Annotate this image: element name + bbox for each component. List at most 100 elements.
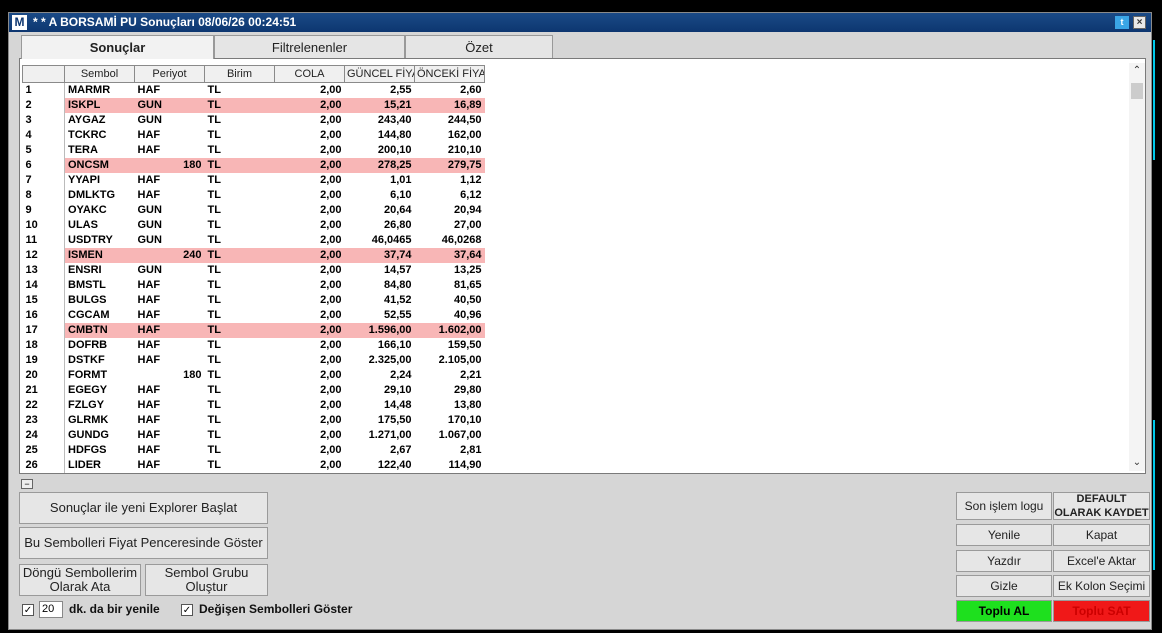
- tab-ozet[interactable]: Özet: [405, 35, 553, 58]
- refresh-minutes-input[interactable]: 20: [39, 601, 63, 618]
- cell-symbol: DOFRB: [68, 339, 108, 351]
- tab-filtrelenenler[interactable]: Filtrelenenler: [214, 35, 405, 58]
- table-row[interactable]: 14 BMSTL HAF TL 2,00 84,80 81,65: [22, 277, 485, 293]
- create-symbol-group-button[interactable]: Sembol Grubu Oluştur: [145, 564, 268, 596]
- auto-refresh-checkbox[interactable]: ✓: [22, 604, 34, 616]
- table-row[interactable]: 11 USDTRY GUN TL 2,00 46,0465 46,0268: [22, 232, 485, 248]
- column-header-cola[interactable]: COLA: [274, 65, 345, 83]
- cell-period: HAF: [137, 309, 161, 321]
- table-row[interactable]: 1 MARMR HAF TL 2,00 2,55 2,60: [22, 82, 485, 98]
- cell-symbol: DMLKTG: [68, 189, 116, 201]
- table-row[interactable]: 2 ISKPL GUN TL 2,00 15,21 16,89: [22, 97, 485, 113]
- cell-unit: TL: [207, 399, 221, 411]
- vertical-scrollbar[interactable]: ⌃ ⌄: [1129, 63, 1145, 471]
- twitter-icon[interactable]: t: [1115, 16, 1129, 29]
- cell-previous-price: 114,90: [448, 459, 482, 471]
- show-changed-checkbox[interactable]: ✓: [181, 604, 193, 616]
- extra-column-button[interactable]: Ek Kolon Seçimi: [1053, 575, 1150, 597]
- show-in-price-window-button[interactable]: Bu Sembolleri Fiyat Penceresinde Göster: [19, 527, 268, 559]
- table-row[interactable]: 13 ENSRI GUN TL 2,00 14,57 13,25: [22, 262, 485, 278]
- tab-sonuclar[interactable]: Sonuçlar: [21, 35, 214, 59]
- column-header-symbol[interactable]: Sembol: [64, 65, 135, 83]
- cell-previous-price: 13,80: [453, 399, 482, 411]
- background-chart-line: [1153, 40, 1155, 160]
- cell-cola: 2,00: [320, 294, 342, 306]
- cell-cola: 2,00: [274, 322, 345, 338]
- row-index: 8: [22, 187, 65, 203]
- collapse-icon[interactable]: −: [21, 479, 33, 489]
- export-excel-button[interactable]: Excel'e Aktar: [1053, 550, 1150, 572]
- print-button[interactable]: Yazdır: [956, 550, 1052, 572]
- sell-all-button[interactable]: Toplu SAT: [1053, 600, 1150, 622]
- table-row[interactable]: 12 ISMEN 240 TL 2,00 37,74 37,64: [22, 247, 485, 263]
- hide-button[interactable]: Gizle: [956, 575, 1052, 597]
- cell-unit: TL: [207, 234, 221, 246]
- table-row[interactable]: 5 TERA HAF TL 2,00 200,10 210,10: [22, 142, 485, 158]
- table-row[interactable]: 16 CGCAM HAF TL 2,00 52,55 40,96: [22, 307, 485, 323]
- cell-unit: TL: [207, 369, 221, 381]
- table-row[interactable]: 10 ULAS GUN TL 2,00 26,80 27,00: [22, 217, 485, 233]
- cell-symbol: DSTKF: [68, 354, 105, 366]
- close-button[interactable]: Kapat: [1053, 524, 1150, 546]
- table-row[interactable]: 18 DOFRB HAF TL 2,00 166,10 159,50: [22, 337, 485, 353]
- table-row[interactable]: 23 GLRMK HAF TL 2,00 175,50 170,10: [22, 412, 485, 428]
- table-row[interactable]: 19 DSTKF HAF TL 2,00 2.325,00 2.105,00: [22, 352, 485, 368]
- cell-current-price: 37,74: [344, 247, 415, 263]
- column-header-previous-price[interactable]: ÖNCEKİ FİYAT: [414, 65, 485, 83]
- row-index: 10: [22, 217, 65, 233]
- table-row[interactable]: 4 TCKRC HAF TL 2,00 144,80 162,00: [22, 127, 485, 143]
- cell-symbol: FZLGY: [68, 399, 105, 411]
- cell-unit: TL: [207, 384, 221, 396]
- buy-all-button[interactable]: Toplu AL: [956, 600, 1052, 622]
- table-row[interactable]: 17 CMBTN HAF TL 2,00 1.596,00 1.602,00: [22, 322, 485, 338]
- scroll-thumb[interactable]: [1131, 83, 1143, 99]
- last-transaction-log-button[interactable]: Son işlem logu: [956, 492, 1052, 520]
- cell-period: 180: [134, 157, 205, 173]
- cell-symbol: CMBTN: [64, 322, 135, 338]
- table-row[interactable]: 24 GUNDG HAF TL 2,00 1.271,00 1.067,00: [22, 427, 485, 443]
- cell-cola: 2,00: [320, 129, 342, 141]
- row-index: 26: [22, 457, 65, 473]
- row-index: 25: [22, 442, 65, 458]
- column-header-unit[interactable]: Birim: [204, 65, 275, 83]
- cell-symbol: HDFGS: [68, 444, 107, 456]
- table-row[interactable]: 26 LIDER HAF TL 2,00 122,40 114,90: [22, 457, 485, 473]
- table-row[interactable]: 7 YYAPI HAF TL 2,00 1,01 1,12: [22, 172, 485, 188]
- table-row[interactable]: 9 OYAKC GUN TL 2,00 20,64 20,94: [22, 202, 485, 218]
- table-row[interactable]: 21 EGEGY HAF TL 2,00 29,10 29,80: [22, 382, 485, 398]
- scroll-up-icon[interactable]: ⌃: [1129, 63, 1145, 79]
- scroll-down-icon[interactable]: ⌄: [1129, 455, 1145, 471]
- table-row[interactable]: 6 ONCSM 180 TL 2,00 278,25 279,75: [22, 157, 485, 173]
- cell-cola: 2,00: [320, 444, 342, 456]
- table-row[interactable]: 25 HDFGS HAF TL 2,00 2,67 2,81: [22, 442, 485, 458]
- cell-symbol: ISMEN: [64, 247, 135, 263]
- table-row[interactable]: 3 AYGAZ GUN TL 2,00 243,40 244,50: [22, 112, 485, 128]
- assign-loop-symbols-button[interactable]: Döngü Sembollerim Olarak Ata: [19, 564, 141, 596]
- close-icon[interactable]: ×: [1133, 16, 1146, 29]
- cell-current-price: 2.325,00: [368, 354, 412, 366]
- cell-cola: 2,00: [320, 414, 342, 426]
- title-bar[interactable]: M * * A BORSAMİ PU Sonuçları 08/06/26 00…: [9, 13, 1151, 32]
- cell-cola: 2,00: [320, 174, 342, 186]
- cell-symbol: ENSRI: [68, 264, 102, 276]
- column-header-current-price[interactable]: GÜNCEL FİYAT: [344, 65, 415, 83]
- start-explorer-button[interactable]: Sonuçlar ile yeni Explorer Başlat: [19, 492, 268, 524]
- column-header-period[interactable]: Periyot: [134, 65, 205, 83]
- row-index: 13: [22, 262, 65, 278]
- show-changed-label: Değişen Sembolleri Göster: [199, 602, 353, 616]
- cell-cola: 2,00: [320, 114, 342, 126]
- save-as-default-button[interactable]: DEFAULT OLARAK KAYDET: [1053, 492, 1150, 520]
- cell-current-price: 122,40: [377, 459, 412, 471]
- cell-current-price: 144,80: [377, 129, 412, 141]
- table-header-row: Sembol Periyot Birim COLA GÜNCEL FİYAT Ö…: [22, 65, 485, 83]
- column-header-index[interactable]: [22, 65, 65, 83]
- table-row[interactable]: 22 FZLGY HAF TL 2,00 14,48 13,80: [22, 397, 485, 413]
- table-row[interactable]: 8 DMLKTG HAF TL 2,00 6,10 6,12: [22, 187, 485, 203]
- table-row[interactable]: 15 BULGS HAF TL 2,00 41,52 40,50: [22, 292, 485, 308]
- cell-current-price: 175,50: [377, 414, 412, 426]
- row-index: 16: [22, 307, 65, 323]
- cell-previous-price: 20,94: [453, 204, 482, 216]
- row-index: 5: [22, 142, 65, 158]
- refresh-button[interactable]: Yenile: [956, 524, 1052, 546]
- table-row[interactable]: 20 FORMT 180 TL 2,00 2,24 2,21: [22, 367, 485, 383]
